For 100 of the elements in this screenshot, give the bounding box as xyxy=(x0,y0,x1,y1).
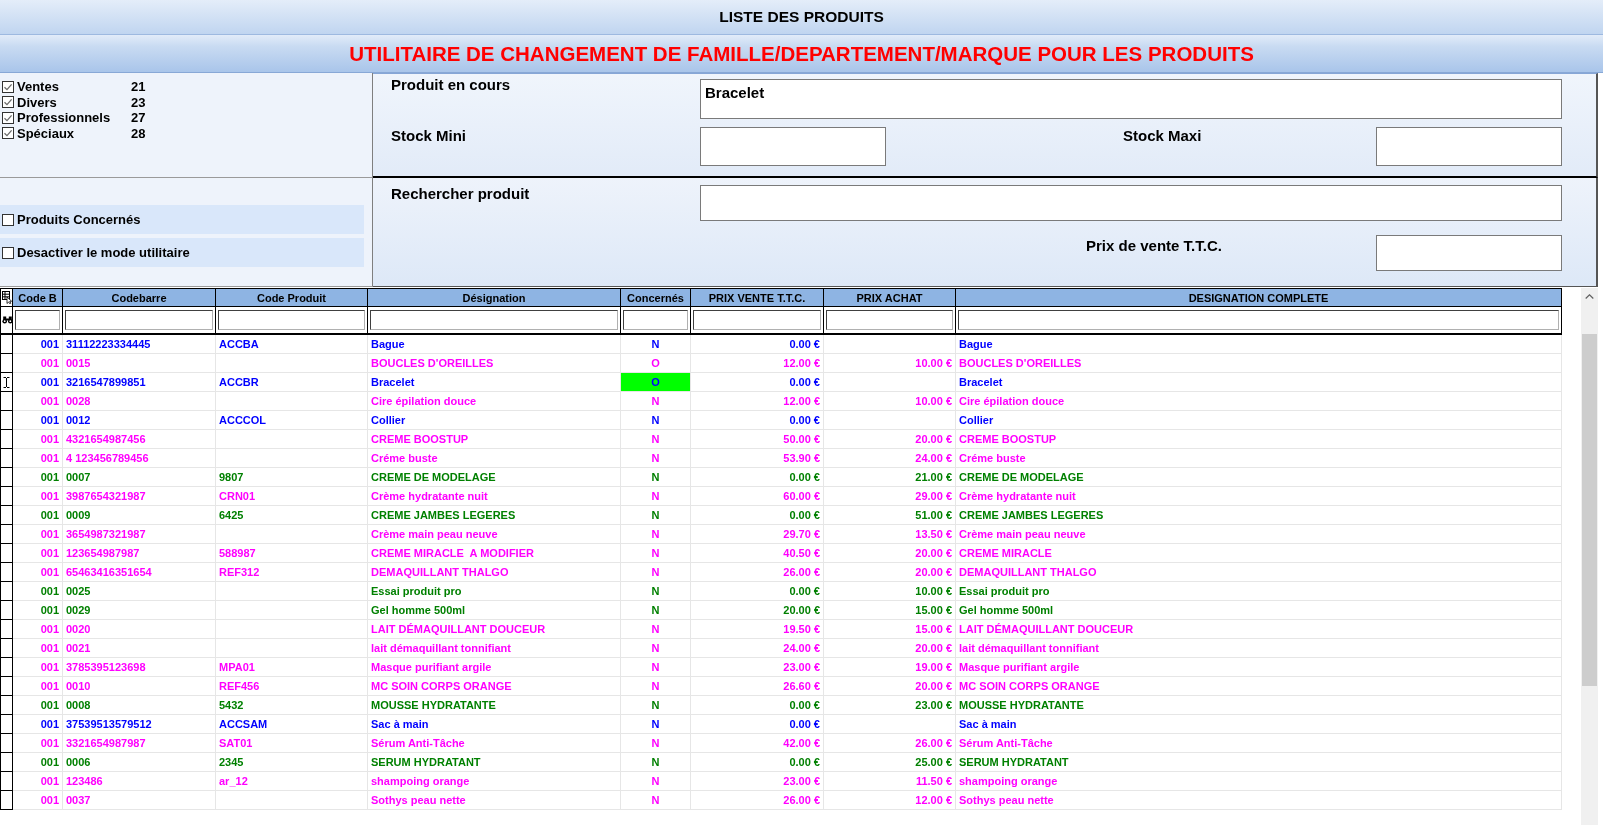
table-cell: lait démaquillant tonnifiant xyxy=(367,638,621,658)
filter-field[interactable] xyxy=(15,310,60,330)
checkbox-label: Desactiver le mode utilitaire xyxy=(17,245,190,260)
table-cell: N xyxy=(620,410,691,430)
table-cell: CREME MIRACLE A MODIFIER xyxy=(367,543,621,563)
column-header[interactable]: Concernés xyxy=(620,288,691,307)
checkbox-label: Ventes xyxy=(17,79,60,95)
column-header[interactable]: Codebarre xyxy=(62,288,216,307)
table-cell: 001 xyxy=(12,505,63,525)
checkbox[interactable] xyxy=(2,213,14,226)
table-cell: N xyxy=(620,695,691,715)
scrollbar[interactable] xyxy=(1581,288,1598,825)
table-cell: 4321654987456 xyxy=(62,429,216,449)
checkbox[interactable] xyxy=(2,96,14,109)
table-cell: 001 xyxy=(12,562,63,582)
table-cell: 20.00 € xyxy=(823,429,956,449)
table-cell: N xyxy=(620,334,691,354)
table-cell: 001 xyxy=(12,524,63,544)
table-cell: 12.00 € xyxy=(823,790,956,810)
table-cell: 24.00 € xyxy=(823,448,956,468)
table-cell: 20.00 € xyxy=(823,562,956,582)
table-cell: Masque purifiant argile xyxy=(367,657,621,677)
table-cell: 5432 xyxy=(215,695,368,715)
filter-field[interactable] xyxy=(218,310,365,330)
checkbox-label: Spéciaux xyxy=(17,125,76,141)
table-cell: 20.00 € xyxy=(823,543,956,563)
field-label: Stock Maxi xyxy=(1123,127,1202,144)
filter-field[interactable] xyxy=(623,310,688,330)
table-cell: 001 xyxy=(12,410,63,430)
table-cell: N xyxy=(620,448,691,468)
table-cell: 31112223334445 xyxy=(62,334,216,354)
table-cell: 20.00 € xyxy=(823,676,956,696)
count-label: 23 xyxy=(131,94,146,110)
filter-field[interactable] xyxy=(370,310,618,330)
product-field[interactable]: Bracelet xyxy=(700,79,1562,119)
table-cell: 588987 xyxy=(215,543,368,563)
column-header[interactable]: Désignation xyxy=(367,288,621,307)
binoculars-icon[interactable] xyxy=(2,316,13,324)
checkbox[interactable] xyxy=(2,127,14,140)
filter-field[interactable] xyxy=(826,310,953,330)
count-label: 27 xyxy=(131,110,146,126)
table-cell: ACCBA xyxy=(215,334,368,354)
price-field[interactable] xyxy=(1376,235,1562,271)
table-cell: N xyxy=(620,391,691,411)
table-cell: LAIT DÉMAQUILLANT DOUCEUR xyxy=(367,619,621,639)
column-header[interactable]: Code Produit xyxy=(215,288,368,307)
table-cell: 3216547899851 xyxy=(62,372,216,392)
filter-field[interactable] xyxy=(693,310,821,330)
scrollbar-thumb[interactable] xyxy=(1582,334,1597,686)
table-cell: 20.00 € xyxy=(823,638,956,658)
table-cell: 15.00 € xyxy=(823,619,956,639)
stock-max-field[interactable] xyxy=(1376,127,1562,166)
table-cell: 3321654987987 xyxy=(62,733,216,753)
table-cell: 0.00 € xyxy=(690,714,824,734)
table-cell: 001 xyxy=(12,752,63,772)
table-cell: 3785395123698 xyxy=(62,657,216,677)
checkbox[interactable] xyxy=(2,246,14,259)
table-cell: 12.00 € xyxy=(690,391,824,411)
row-selector[interactable] xyxy=(0,334,13,354)
table-cell: MPA01 xyxy=(215,657,368,677)
table-pointer-icon[interactable] xyxy=(2,291,12,304)
table-cell: 001 xyxy=(12,676,63,696)
table-cell: 0010 xyxy=(62,676,216,696)
table-cell: SAT01 xyxy=(215,733,368,753)
table-cell: 19.50 € xyxy=(690,619,824,639)
table-cell: BOUCLES D'OREILLES xyxy=(367,353,621,373)
table-cell: MOUSSE HYDRATANTE xyxy=(367,695,621,715)
table-cell: N xyxy=(620,524,691,544)
table-cell: 0006 xyxy=(62,752,216,772)
column-header[interactable]: Code B xyxy=(12,288,63,307)
count-label: 21 xyxy=(131,79,146,95)
table-cell: 001 xyxy=(12,448,63,468)
table-cell: 0028 xyxy=(62,391,216,411)
stock-min-field[interactable] xyxy=(700,127,886,166)
scroll-up-icon[interactable] xyxy=(1585,294,1594,299)
table-cell: 51.00 € xyxy=(823,505,956,525)
table-cell: ACCSAM xyxy=(215,714,368,734)
table-cell: N xyxy=(620,657,691,677)
column-header[interactable]: DESIGNATION COMPLETE xyxy=(955,288,1562,307)
table-cell: 4 123456789456 xyxy=(62,448,216,468)
table-cell: Bague xyxy=(955,334,1562,354)
filter-field[interactable] xyxy=(65,310,213,330)
table-cell: 3654987321987 xyxy=(62,524,216,544)
table-cell: shampoing orange xyxy=(367,771,621,791)
table-cell: 123654987987 xyxy=(62,543,216,563)
field-label: Prix de vente T.T.C. xyxy=(1086,236,1222,254)
table-cell: Cire épilation douce xyxy=(367,391,621,411)
table-cell: 001 xyxy=(12,429,63,449)
search-field[interactable] xyxy=(700,185,1562,221)
checkbox[interactable] xyxy=(2,111,14,124)
table-cell: 0.00 € xyxy=(690,467,824,487)
filter-field[interactable] xyxy=(958,310,1559,330)
table-cell: Bracelet xyxy=(955,372,1562,392)
column-header[interactable]: PRIX ACHAT xyxy=(823,288,956,307)
table-cell: CREME JAMBES LEGERES xyxy=(955,505,1562,525)
table-cell: 20.00 € xyxy=(690,600,824,620)
table-cell: 123486 xyxy=(62,771,216,791)
column-header[interactable]: PRIX VENTE T.T.C. xyxy=(690,288,824,307)
checkbox[interactable] xyxy=(2,80,14,93)
table-cell: CRN01 xyxy=(215,486,368,506)
